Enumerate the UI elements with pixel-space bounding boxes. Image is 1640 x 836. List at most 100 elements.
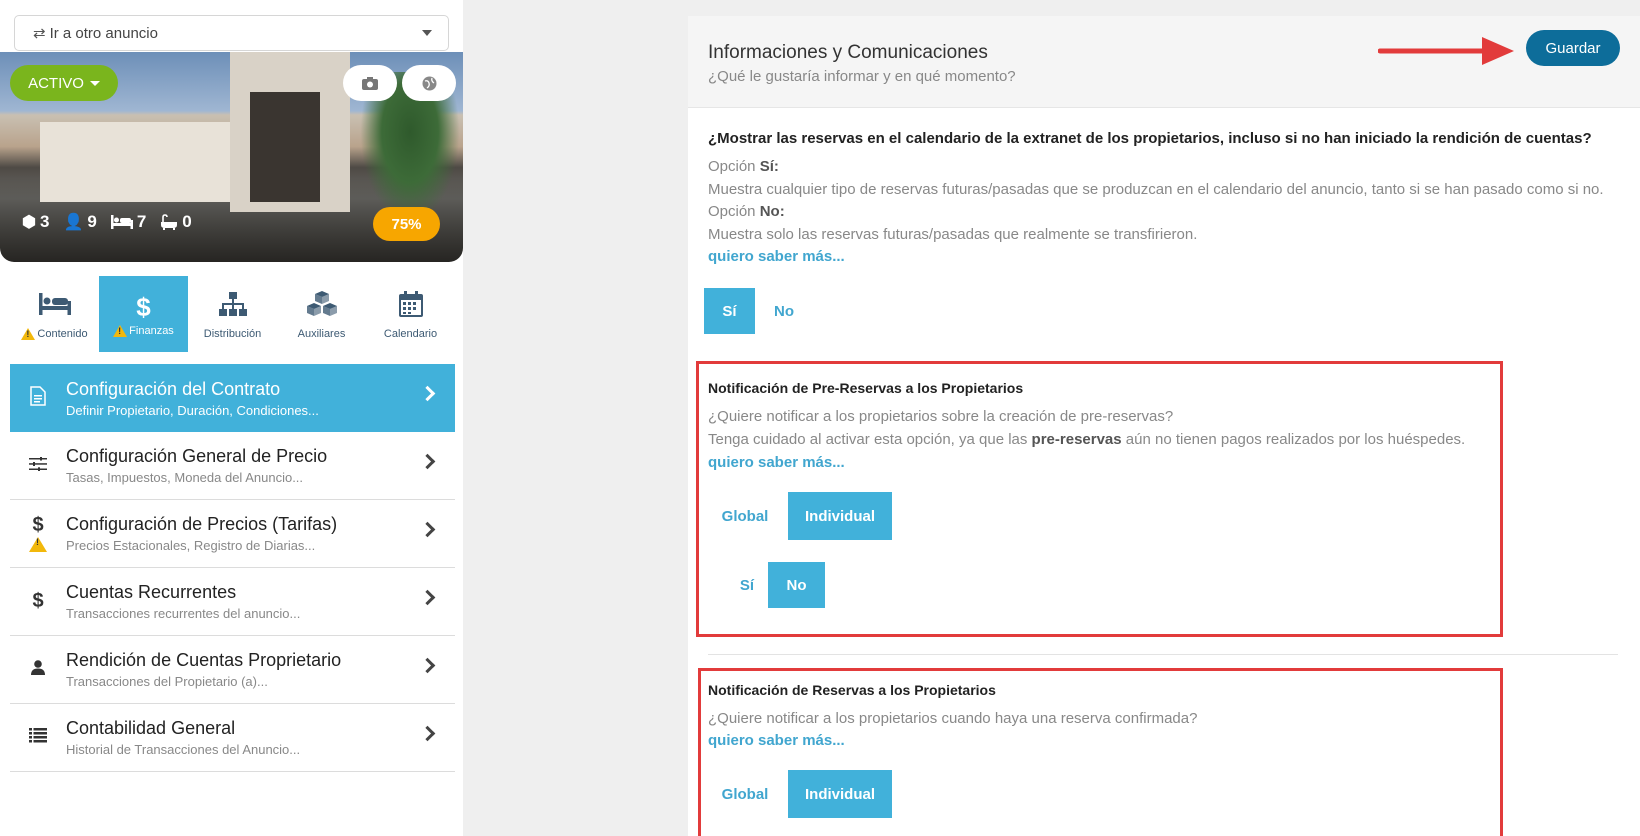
- sliders-icon: [10, 455, 66, 476]
- section2-yes-button[interactable]: Sí: [724, 562, 770, 608]
- section1-option-no: Opción No:: [708, 203, 785, 220]
- menu-item-title: Configuración de Precios (Tarifas): [66, 514, 338, 534]
- menu-item-text: Cuentas Recurrentes Transacciones recurre…: [66, 582, 455, 621]
- menu-item-subtitle: Definir Propietario, Duración, Condicion…: [66, 402, 319, 418]
- menu-item-price-rates[interactable]: $ Configuración de Precios (Tarifas) Prec…: [10, 500, 455, 568]
- stat-value: 9: [87, 212, 97, 231]
- camera-icon: [362, 76, 378, 90]
- option-prefix: Opción: [708, 203, 760, 220]
- tab-label: Calendario: [383, 328, 438, 340]
- section1-option-si-desc: Muestra cualquier tipo de reservas futur…: [708, 181, 1604, 198]
- menu-item-subtitle: Precios Estacionales, Registro de Diaria…: [66, 538, 316, 553]
- menu-item-title: Configuración del Contrato: [66, 378, 281, 399]
- sitemap-icon: [218, 292, 247, 316]
- finance-menu: Configuración del Contrato Definir Propie…: [10, 364, 455, 772]
- tab-finanzas-row: Finanzas: [113, 325, 174, 337]
- section1-option-no-desc: Muestra solo las reservas futuras/pasada…: [708, 226, 1198, 243]
- page-title: Informaciones y Comunicaciones: [708, 42, 988, 63]
- section2-global-button[interactable]: Global: [712, 492, 778, 540]
- section3-individual-button[interactable]: Individual: [788, 770, 892, 818]
- section3-global-button[interactable]: Global: [712, 770, 778, 818]
- option-label: No:: [759, 203, 785, 220]
- globe-button[interactable]: [402, 65, 456, 101]
- section2-individual-button[interactable]: Individual: [788, 492, 892, 540]
- section-tabs: Contenido $ Finanzas Distribución Auxili…: [10, 276, 455, 352]
- status-dropdown-button[interactable]: ACTIVO: [10, 65, 118, 101]
- section3-question: ¿Quiere notificar a los propietarios cua…: [708, 710, 1198, 727]
- menu-item-subtitle: Transacciones del Propietario (a)...: [66, 674, 268, 689]
- tab-distribucion[interactable]: Distribución: [188, 276, 277, 352]
- warning-icon: [113, 325, 128, 337]
- stat-guests: 👤 9: [63, 212, 96, 232]
- section1-no-button[interactable]: No: [760, 288, 808, 334]
- option-prefix: Opción: [708, 158, 760, 175]
- tab-label: Distribución: [203, 328, 262, 340]
- stat-value: 3: [39, 212, 50, 231]
- dollar-icon: $: [136, 292, 151, 322]
- left-panel: ⇄ Ir a otro anuncio ACTIVO ⬢ 3 👤 9 7 0 75%…: [0, 0, 463, 836]
- save-button[interactable]: Guardar: [1526, 30, 1620, 66]
- menu-item-contract[interactable]: Configuración del Contrato Definir Propie…: [10, 364, 455, 432]
- cubes-icon: [306, 291, 337, 316]
- stat-baths: 0: [160, 212, 192, 232]
- red-arrow-annotation: [1378, 37, 1514, 65]
- tab-distribucion-row: Distribución: [204, 328, 261, 340]
- user-icon: [10, 659, 66, 680]
- menu-item-recurring[interactable]: $ Cuentas Recurrentes Transacciones recur…: [10, 568, 455, 636]
- menu-item-text: Configuración de Precios (Tarifas) Precio…: [66, 514, 455, 553]
- cube-icon: ⬢: [22, 214, 36, 231]
- menu-item-title: Cuentas Recurrentes: [66, 582, 237, 602]
- tab-contenido[interactable]: Contenido: [10, 276, 99, 352]
- menu-item-owner-accounts[interactable]: Rendición de Cuentas Proprietario Transac…: [10, 636, 455, 704]
- menu-item-subtitle: Tasas, Impuestos, Moneda del Anuncio...: [66, 470, 304, 485]
- section1-option-si: Opción Sí:: [708, 158, 779, 175]
- warning-text: Tenga cuidado al activar esta opción, ya…: [708, 431, 1032, 448]
- section2-title: Notificación de Pre-Reservas a los Propi…: [708, 380, 1024, 396]
- menu-item-text: Configuración del Contrato Definir Propie…: [66, 379, 455, 418]
- warning-bold: pre-reservas: [1031, 431, 1122, 448]
- page-subtitle: ¿Qué le gustaría informar y en qué momen…: [708, 68, 1016, 85]
- tab-auxiliares-row: Auxiliares: [298, 328, 346, 340]
- photo-door: [250, 92, 320, 202]
- learn-more-link[interactable]: quiero saber más...: [708, 732, 845, 749]
- stat-value: 0: [182, 212, 192, 231]
- tab-calendario-row: Calendario: [384, 328, 437, 340]
- swap-arrows-icon: ⇄: [33, 25, 46, 42]
- section1-question: ¿Mostrar las reservas en el calendario d…: [708, 130, 1592, 147]
- tab-contenido-row: Contenido: [21, 328, 88, 340]
- section-divider: [708, 654, 1618, 655]
- menu-item-text: Contabilidad General Historial de Transac…: [66, 718, 455, 757]
- document-icon: [10, 385, 66, 411]
- menu-item-text: Rendición de Cuentas Proprietario Transac…: [66, 650, 455, 689]
- warning-text: aún no tienen pagos realizados por los h…: [1121, 431, 1466, 448]
- dollar-warning-icon: $: [10, 515, 66, 552]
- card-header: Informaciones y Comunicaciones ¿Qué le g…: [688, 16, 1640, 108]
- section1-yes-button[interactable]: Sí: [704, 288, 755, 334]
- tab-auxiliares[interactable]: Auxiliares: [277, 276, 366, 352]
- section2-warning: Tenga cuidado al activar esta opción, ya…: [708, 431, 1465, 448]
- learn-more-link[interactable]: quiero saber más...: [708, 454, 845, 471]
- calendar-icon: [398, 291, 423, 317]
- listing-stats: ⬢ 3 👤 9 7 0: [22, 212, 192, 232]
- camera-button[interactable]: [343, 65, 397, 101]
- tab-calendario[interactable]: Calendario: [366, 276, 455, 352]
- warning-icon: [21, 328, 36, 340]
- menu-item-text: Configuración General de Precio Tasas, Im…: [66, 446, 455, 485]
- goto-listing-label: Ir a otro anuncio: [49, 24, 158, 42]
- menu-item-title: Configuración General de Precio: [66, 446, 328, 466]
- menu-item-general-price[interactable]: Configuración General de Precio Tasas, Im…: [10, 432, 455, 500]
- goto-listing-select[interactable]: ⇄ Ir a otro anuncio: [14, 15, 449, 51]
- bed-icon: [110, 215, 133, 229]
- guests-icon: 👤: [63, 214, 84, 231]
- tab-label: Finanzas: [129, 325, 174, 337]
- option-label: Sí:: [759, 158, 779, 175]
- menu-item-accounting[interactable]: Contabilidad General Historial de Transac…: [10, 704, 455, 772]
- tab-finanzas[interactable]: $ Finanzas: [99, 276, 188, 352]
- status-label: ACTIVO: [28, 74, 84, 92]
- learn-more-link[interactable]: quiero saber más...: [708, 248, 845, 265]
- section2-question: ¿Quiere notificar a los propietarios sob…: [708, 408, 1174, 425]
- dollar-icon: $: [32, 590, 44, 612]
- section2-no-button[interactable]: No: [768, 562, 825, 608]
- bath-icon: [161, 214, 178, 230]
- menu-item-subtitle: Transacciones recurrentes del anuncio...: [66, 606, 301, 621]
